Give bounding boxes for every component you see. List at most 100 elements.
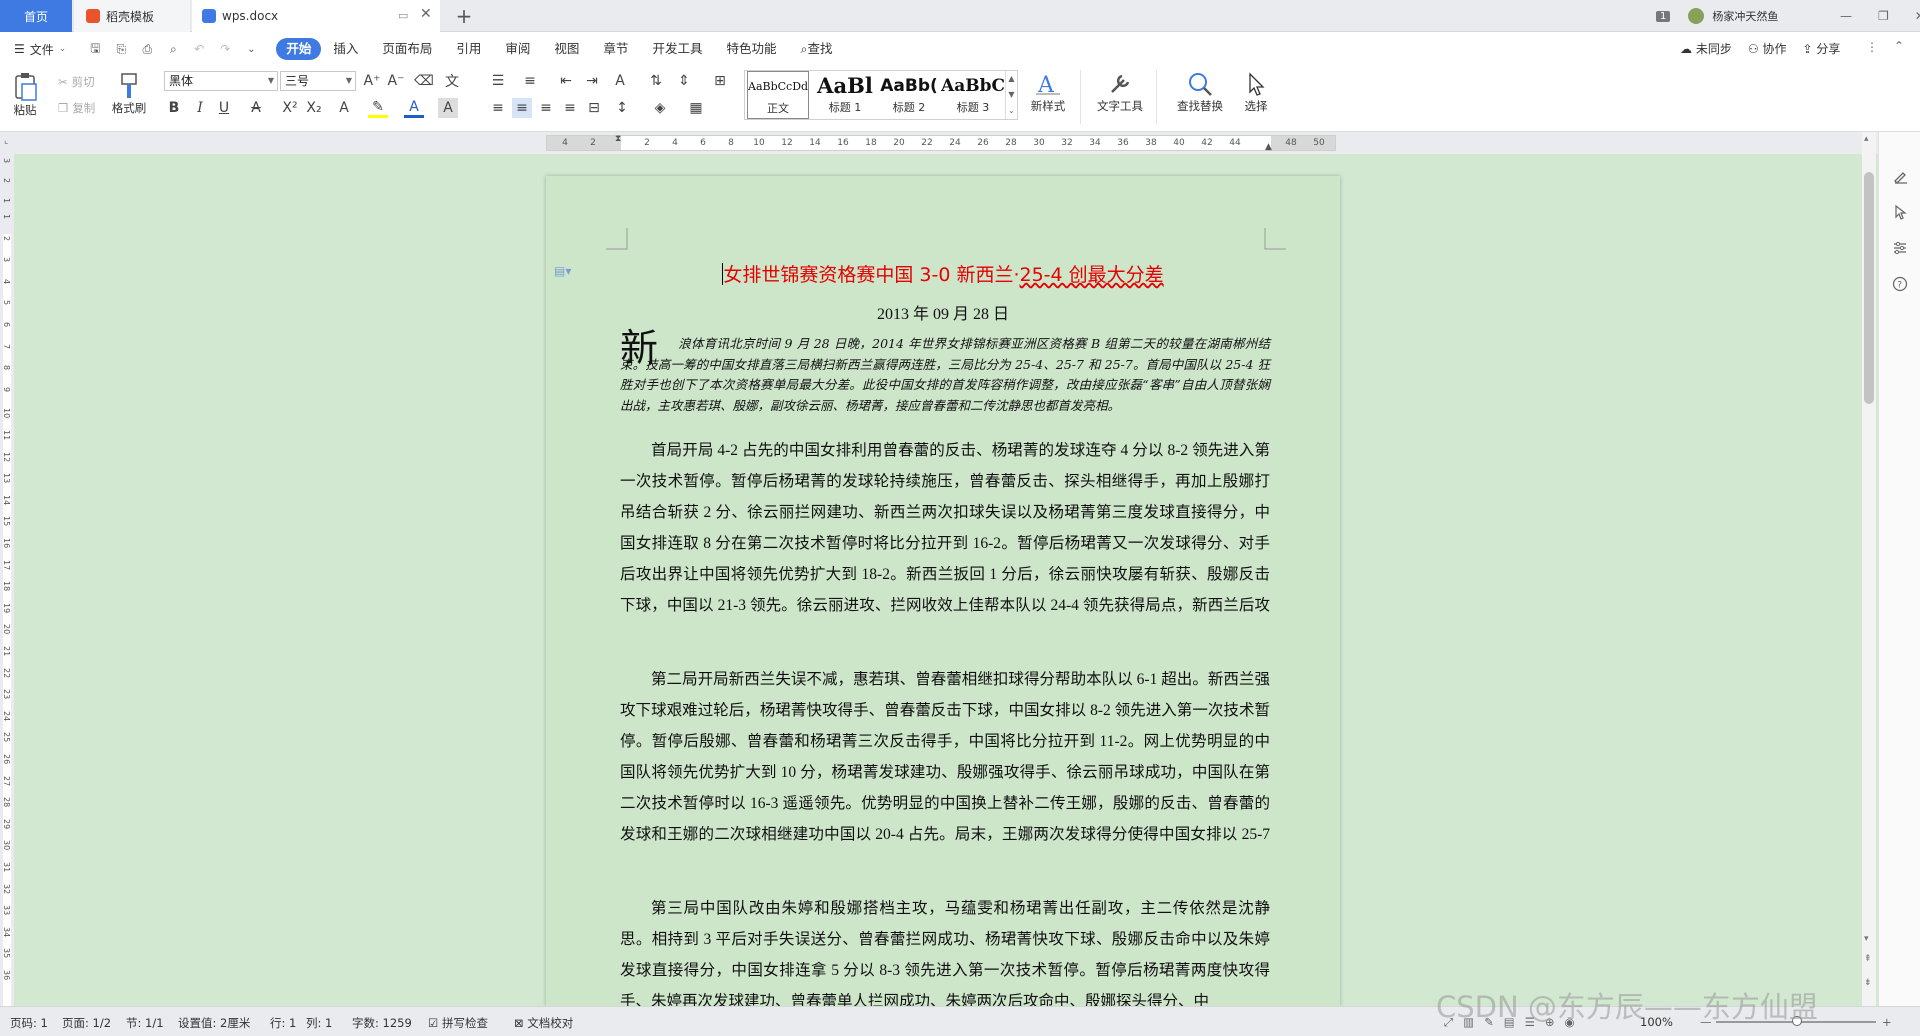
select-button[interactable]: 选择 bbox=[1234, 70, 1278, 114]
right-indent-marker-icon[interactable]: ▲ bbox=[1265, 142, 1272, 152]
highlight-icon[interactable]: ✎ bbox=[368, 98, 388, 118]
menu-tab-start[interactable]: 开始 bbox=[276, 38, 322, 60]
status-section[interactable]: 节: 1/1 bbox=[126, 1015, 164, 1031]
next-page-icon[interactable]: ⇟ bbox=[1864, 978, 1872, 988]
cut-button[interactable]: ✂ 剪切 bbox=[58, 74, 95, 90]
style-heading2[interactable]: AaBb( 标题 2 bbox=[877, 71, 941, 119]
menu-tab-reference[interactable]: 引用 bbox=[444, 38, 493, 60]
pointer-icon[interactable] bbox=[1890, 202, 1910, 222]
scroll-up-icon[interactable]: ▴ bbox=[1864, 134, 1869, 144]
status-page-code[interactable]: 页码: 1 bbox=[10, 1015, 48, 1031]
minimize-icon[interactable]: — bbox=[1840, 9, 1852, 23]
customize-icon[interactable]: ⌄ bbox=[242, 40, 260, 58]
eye-protect-icon[interactable]: ◉ bbox=[1565, 1015, 1585, 1029]
menu-tab-review[interactable]: 审阅 bbox=[493, 38, 542, 60]
page-view-icon[interactable]: ▤ bbox=[1504, 1015, 1525, 1029]
decrease-indent-icon[interactable]: ⇤ bbox=[556, 71, 576, 91]
menu-search[interactable]: ⌕查找 bbox=[788, 38, 844, 60]
zoom-out-icon[interactable]: — bbox=[1700, 1015, 1712, 1029]
vertical-scrollbar[interactable]: ▴ ▾ ⇞ ⇟ bbox=[1862, 132, 1876, 1006]
copy-button[interactable]: ❐ 复制 bbox=[58, 100, 95, 116]
grow-font-icon[interactable]: A⁺ bbox=[362, 71, 382, 91]
body-paragraph-1[interactable]: 首局开局 4-2 占先的中国女排利用曾春蕾的反击、杨珺菁的发球连夺 4 分以 8… bbox=[620, 435, 1270, 621]
lead-paragraph[interactable]: 浪体育讯北京时间 9 月 28 日晚，2014 年世界女排锦标赛亚洲区资格赛 B… bbox=[620, 334, 1270, 416]
font-color-icon[interactable]: A bbox=[404, 98, 424, 118]
print-icon[interactable]: ⎙ bbox=[138, 40, 156, 58]
vertical-ruler[interactable]: 3 2 1 1 2 3 4 5 6 7 8 9 10 11 12 13 14 15 16 17 18 19 20 21 22 23… bbox=[0, 154, 14, 1006]
body-paragraph-2[interactable]: 第二局开局新西兰失误不减，惠若琪、曾春蕾相继扣球得分帮助本队以 6-1 超出。新… bbox=[620, 664, 1270, 850]
shrink-font-icon[interactable]: A⁻ bbox=[386, 71, 406, 91]
more-icon[interactable]: ⋮ bbox=[1866, 40, 1878, 54]
align-right-icon[interactable]: ≡ bbox=[536, 98, 556, 118]
style-heading1[interactable]: AaBl 标题 1 bbox=[813, 71, 877, 119]
underline-icon[interactable]: U bbox=[214, 98, 234, 118]
styles-scroll[interactable]: ▲ ▼ ⌄ bbox=[1005, 71, 1017, 119]
document-page[interactable]: ▤▾ 女排世锦赛资格赛中国 3-0 新西兰·25-4 创最大分差 2013 年 … bbox=[546, 176, 1340, 1006]
proofread-button[interactable]: ⊠ 文档校对 bbox=[514, 1015, 573, 1031]
char-shading-icon[interactable]: A bbox=[438, 98, 458, 118]
justify-icon[interactable]: ≡ bbox=[560, 98, 580, 118]
read-mode-icon[interactable]: ▥ bbox=[1463, 1015, 1484, 1029]
horizontal-ruler[interactable]: ⌞ 4 2 2 4 6 8 10 12 14 16 18 20 22 24 26… bbox=[0, 132, 1920, 154]
distributed-icon[interactable]: ⊟ bbox=[584, 98, 604, 118]
spell-check-button[interactable]: ☑ 拼写检查 bbox=[428, 1015, 488, 1031]
menu-tab-insert[interactable]: 插入 bbox=[321, 38, 370, 60]
document-date[interactable]: 2013 年 09 月 28 日 bbox=[546, 300, 1340, 324]
sync-button[interactable]: ☁ 未同步 bbox=[1680, 40, 1732, 57]
superscript-icon[interactable]: X² bbox=[280, 98, 300, 118]
find-replace-button[interactable]: 查找替换 bbox=[1170, 70, 1230, 114]
zoom-slider[interactable] bbox=[1716, 1016, 1876, 1026]
status-col[interactable]: 列: 1 bbox=[306, 1015, 332, 1031]
clear-format-icon[interactable]: ⌫ bbox=[414, 71, 434, 91]
save-icon[interactable]: 🖫 bbox=[86, 40, 104, 58]
italic-icon[interactable]: I bbox=[190, 98, 210, 118]
restore-icon[interactable]: ❐ bbox=[1878, 9, 1889, 23]
paragraph-spacing-icon[interactable]: ↕ bbox=[612, 98, 632, 118]
numbered-list-icon[interactable]: ≡ bbox=[520, 71, 540, 91]
menu-tab-features[interactable]: 特色功能 bbox=[714, 38, 788, 60]
outline-view-icon[interactable]: ☰ bbox=[1525, 1015, 1545, 1029]
export-pdf-icon[interactable]: ⎘ bbox=[112, 40, 130, 58]
line-spacing-icon[interactable]: ⇕ bbox=[674, 71, 694, 91]
paste-button[interactable]: 粘贴 bbox=[10, 72, 40, 118]
share-button[interactable]: ⇪ 分享 bbox=[1802, 40, 1840, 57]
subscript-icon[interactable]: X₂ bbox=[304, 98, 324, 118]
undo-icon[interactable]: ↶ bbox=[190, 40, 208, 58]
user-name[interactable]: 杨家冲天然鱼 bbox=[1712, 8, 1778, 24]
align-left-icon[interactable]: ≡ bbox=[488, 98, 508, 118]
bold-icon[interactable]: B bbox=[164, 98, 184, 118]
phonetic-icon[interactable]: 文 bbox=[442, 71, 462, 91]
style-normal[interactable]: AaBbCcDd 正文 bbox=[747, 71, 809, 119]
tab-template[interactable]: 稻壳模板 bbox=[74, 0, 190, 32]
badge-count[interactable]: 1 bbox=[1656, 10, 1671, 22]
style-heading3[interactable]: AaBbC 标题 3 bbox=[941, 71, 1005, 119]
scroll-down-icon[interactable]: ▾ bbox=[1864, 934, 1869, 944]
strikethrough-icon[interactable]: A bbox=[246, 98, 266, 118]
file-menu[interactable]: ☰ 文件 ⌄ bbox=[0, 41, 66, 58]
text-tools-button[interactable]: 文字工具 bbox=[1092, 70, 1148, 114]
status-setting[interactable]: 设置值: 2厘米 bbox=[178, 1015, 250, 1031]
zoom-level[interactable]: 100% bbox=[1640, 1015, 1673, 1029]
collab-button[interactable]: ⚇ 协作 bbox=[1748, 40, 1787, 57]
zoom-in-icon[interactable]: + bbox=[1882, 1015, 1892, 1029]
increase-indent-icon[interactable]: ⇥ bbox=[582, 71, 602, 91]
text-direction-icon[interactable]: A bbox=[610, 71, 630, 91]
focus-mode-icon[interactable]: ⤢ bbox=[1444, 1015, 1463, 1029]
window-close-icon[interactable]: ✕ bbox=[1915, 9, 1920, 23]
tab-home[interactable]: 首页 bbox=[0, 0, 72, 32]
menu-tab-layout[interactable]: 页面布局 bbox=[370, 38, 444, 60]
write-mode-icon[interactable]: ✎ bbox=[1484, 1015, 1504, 1029]
status-page[interactable]: 页面: 1/2 bbox=[62, 1015, 111, 1031]
font-size-select[interactable]: 三号 ▼ bbox=[280, 71, 356, 91]
sort-icon[interactable]: ⇅ bbox=[646, 71, 666, 91]
scrollbar-thumb[interactable] bbox=[1864, 172, 1874, 404]
status-row[interactable]: 行: 1 bbox=[270, 1015, 296, 1031]
new-style-button[interactable]: A 新样式 bbox=[1026, 70, 1070, 114]
prev-page-icon[interactable]: ⇞ bbox=[1864, 954, 1872, 964]
align-center-icon[interactable]: ≡ bbox=[512, 98, 532, 118]
pen-icon[interactable] bbox=[1890, 166, 1910, 186]
collapse-ribbon-icon[interactable]: ⌃ bbox=[1894, 39, 1904, 53]
menu-tab-section[interactable]: 章节 bbox=[591, 38, 640, 60]
avatar[interactable] bbox=[1688, 8, 1705, 24]
menu-tab-developer[interactable]: 开发工具 bbox=[640, 38, 714, 60]
